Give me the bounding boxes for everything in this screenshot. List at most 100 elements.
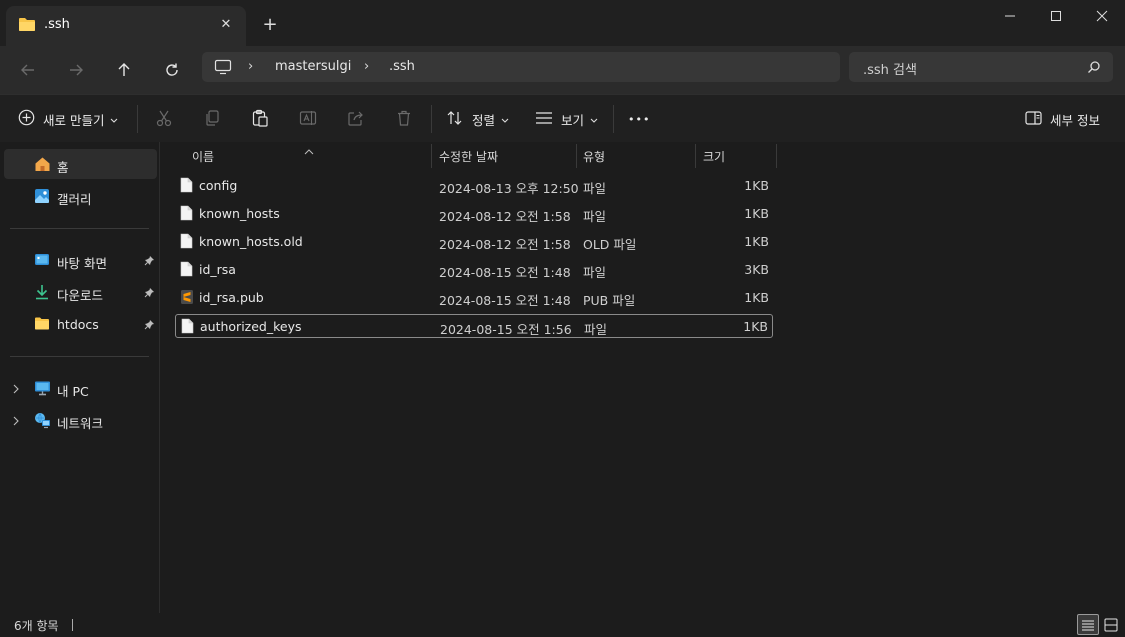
column-divider[interactable] <box>776 144 777 168</box>
search-input[interactable]: .ssh 검색 <box>849 52 1113 82</box>
details-view-button[interactable] <box>1077 614 1099 635</box>
file-row[interactable]: config 2024-08-13 오후 12:50 파일 1KB <box>175 174 773 198</box>
sidebar-item-gallery[interactable]: 갤러리 <box>4 181 157 211</box>
sidebar-item-this-pc[interactable]: 내 PC <box>4 373 157 403</box>
column-divider[interactable] <box>695 144 696 168</box>
sidebar-item-home[interactable]: 홈 <box>4 149 157 179</box>
file-name: known_hosts.old <box>199 234 303 249</box>
file-type: 파일 <box>583 265 607 280</box>
command-bar: 새로 만들기 정렬 보기 ••• 세부 정보 <box>0 94 1125 142</box>
gallery-icon <box>34 188 50 207</box>
file-type: PUB 파일 <box>583 293 636 308</box>
navigation-pane: 홈 갤러리 바탕 화면 다운로드 htdocs 내 PC 네트워크 <box>0 142 160 613</box>
sort-icon <box>446 110 464 129</box>
file-date: 2024-08-15 오전 1:48 <box>439 265 571 280</box>
file-row[interactable]: known_hosts.old 2024-08-12 오전 1:58 OLD 파… <box>175 230 773 254</box>
more-options-button[interactable]: ••• <box>628 105 650 133</box>
file-row[interactable]: id_rsa.pub 2024-08-15 오전 1:48 PUB 파일 1KB <box>175 286 773 310</box>
new-tab-button[interactable]: + <box>258 12 282 36</box>
details-pane-label: 세부 정보 <box>1050 112 1100 128</box>
file-icon <box>180 261 193 280</box>
file-name: id_rsa.pub <box>199 290 264 305</box>
toolbar-divider <box>137 105 138 133</box>
chevron-right-icon[interactable] <box>12 382 20 397</box>
new-button[interactable]: 새로 만들기 <box>18 105 118 133</box>
up-button[interactable] <box>108 56 140 84</box>
breadcrumb-mastersulgi[interactable]: mastersulgi <box>275 59 351 74</box>
breadcrumb-separator[interactable]: › <box>248 59 253 74</box>
view-list-icon <box>535 111 553 128</box>
pin-icon[interactable] <box>144 318 155 333</box>
file-date: 2024-08-12 오전 1:58 <box>439 209 571 224</box>
breadcrumb-separator[interactable]: › <box>364 59 369 74</box>
file-size: 3KB <box>744 262 769 277</box>
file-type: 파일 <box>583 181 607 196</box>
file-date: 2024-08-15 오전 1:48 <box>439 293 571 308</box>
copy-icon[interactable] <box>202 108 222 128</box>
sidebar-item-desktop[interactable]: 바탕 화면 <box>4 245 157 275</box>
paste-icon[interactable] <box>250 108 270 128</box>
maximize-button[interactable] <box>1033 0 1079 32</box>
tab-bar: .ssh ✕ + <box>0 0 1125 46</box>
sort-button[interactable]: 정렬 <box>446 105 509 133</box>
details-pane-icon <box>1025 110 1042 128</box>
close-tab-icon[interactable]: ✕ <box>216 14 236 34</box>
refresh-button[interactable] <box>156 56 188 84</box>
item-count: 6개 항목 <box>14 619 59 633</box>
file-row[interactable]: known_hosts 2024-08-12 오전 1:58 파일 1KB <box>175 202 773 226</box>
chevron-right-icon[interactable] <box>12 414 20 429</box>
file-row[interactable]: id_rsa 2024-08-15 오전 1:48 파일 3KB <box>175 258 773 282</box>
file-icon <box>181 318 194 337</box>
file-name: known_hosts <box>199 206 280 221</box>
large-icons-view-button[interactable] <box>1100 614 1122 635</box>
sidebar-item-label: htdocs <box>57 317 99 332</box>
cut-icon[interactable] <box>154 108 174 128</box>
sidebar-item-label: 홈 <box>57 160 69 175</box>
column-divider[interactable] <box>431 144 432 168</box>
chevron-down-icon <box>590 112 598 127</box>
column-header-name[interactable]: 이름 <box>192 148 214 170</box>
this-pc-icon <box>34 380 51 399</box>
view-label: 보기 <box>561 112 585 128</box>
file-icon <box>180 205 193 224</box>
sidebar-item-label: 바탕 화면 <box>57 256 107 271</box>
pin-icon[interactable] <box>144 286 155 301</box>
sidebar-divider <box>10 356 149 357</box>
file-size: 1KB <box>744 234 769 249</box>
sidebar-item-htdocs[interactable]: htdocs <box>4 309 157 339</box>
sort-label: 정렬 <box>472 112 496 128</box>
file-name: config <box>199 178 238 193</box>
breadcrumb-ssh[interactable]: .ssh <box>389 59 415 74</box>
chevron-down-icon <box>110 112 118 127</box>
back-button[interactable] <box>12 56 44 84</box>
tab-ssh[interactable]: .ssh ✕ <box>6 6 246 46</box>
column-header-size[interactable]: 크기 <box>703 148 725 170</box>
details-pane-button[interactable]: 세부 정보 <box>1025 105 1100 133</box>
column-divider[interactable] <box>576 144 577 168</box>
file-date: 2024-08-12 오전 1:58 <box>439 237 571 252</box>
sidebar-item-label: 네트워크 <box>57 416 104 431</box>
sublime-file-icon <box>180 289 194 308</box>
minimize-button[interactable] <box>987 0 1033 32</box>
sidebar-item-downloads[interactable]: 다운로드 <box>4 277 157 307</box>
close-window-button[interactable] <box>1079 0 1125 32</box>
column-header-type[interactable]: 유형 <box>583 148 605 170</box>
search-icon <box>1087 60 1101 77</box>
plus-circle-icon <box>18 109 35 129</box>
search-placeholder: .ssh 검색 <box>863 63 917 78</box>
delete-icon[interactable] <box>394 108 414 128</box>
column-header-date[interactable]: 수정한 날짜 <box>439 148 498 170</box>
status-divider <box>72 619 73 631</box>
forward-button[interactable] <box>60 56 92 84</box>
address-bar[interactable]: › mastersulgi › .ssh <box>202 52 840 82</box>
file-name: authorized_keys <box>200 319 302 334</box>
rename-icon[interactable] <box>298 108 318 128</box>
chevron-down-icon <box>501 112 509 127</box>
sidebar-item-label: 갤러리 <box>57 192 92 207</box>
share-icon[interactable] <box>346 108 366 128</box>
file-row-selected[interactable]: authorized_keys 2024-08-15 오전 1:56 파일 1K… <box>175 314 773 338</box>
pin-icon[interactable] <box>144 254 155 269</box>
sidebar-item-network[interactable]: 네트워크 <box>4 405 157 435</box>
desktop-icon <box>34 252 50 271</box>
view-button[interactable]: 보기 <box>535 105 598 133</box>
